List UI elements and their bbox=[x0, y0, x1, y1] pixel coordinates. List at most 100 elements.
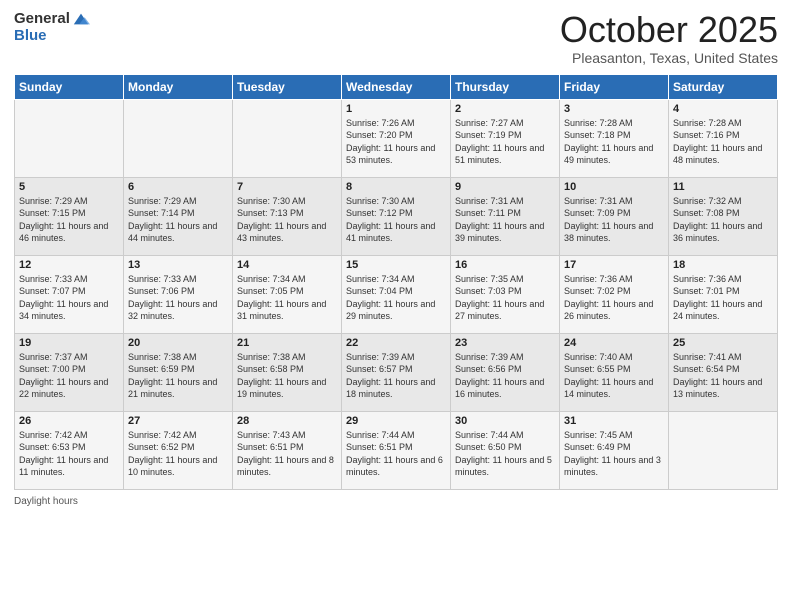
calendar-day-cell: 25 Sunrise: 7:41 AMSunset: 6:54 PMDayligh… bbox=[669, 333, 778, 411]
calendar-week-row: 1Sunrise: 7:26 AMSunset: 7:20 PMDaylight… bbox=[15, 99, 778, 177]
day-number: 22 bbox=[346, 337, 446, 349]
day-number: 2 bbox=[455, 103, 555, 115]
calendar-week-row: 5 Sunrise: 7:29 AMSunset: 7:15 PMDaylight… bbox=[15, 177, 778, 255]
day-number: 1 bbox=[346, 103, 446, 115]
calendar-day-cell: 13Sunrise: 7:33 AMSunset: 7:06 PMDayligh… bbox=[124, 255, 233, 333]
day-number: 23 bbox=[455, 337, 555, 349]
calendar-day-cell: 6 Sunrise: 7:29 AMSunset: 7:14 PMDaylight… bbox=[124, 177, 233, 255]
calendar-day-cell: 29 Sunrise: 7:44 AMSunset: 6:51 PMDayligh… bbox=[342, 411, 451, 489]
month-title: October 2025 bbox=[560, 10, 778, 50]
calendar-day-cell: 26 Sunrise: 7:42 AMSunset: 6:53 PMDayligh… bbox=[15, 411, 124, 489]
day-number: 28 bbox=[237, 415, 337, 427]
day-info: Sunrise: 7:38 AMSunset: 6:58 PMDaylight:… bbox=[237, 351, 337, 401]
day-info: Sunrise: 7:44 AMSunset: 6:51 PMDaylight:… bbox=[346, 429, 446, 479]
logo-icon bbox=[72, 10, 90, 28]
day-info: Sunrise: 7:30 AMSunset: 7:12 PMDaylight:… bbox=[346, 195, 446, 245]
calendar-day-cell: 5 Sunrise: 7:29 AMSunset: 7:15 PMDaylight… bbox=[15, 177, 124, 255]
day-info: Sunrise: 7:33 AMSunset: 7:07 PMDaylight:… bbox=[19, 273, 119, 323]
day-number: 9 bbox=[455, 181, 555, 193]
day-of-week-header: Thursday bbox=[451, 74, 560, 99]
day-number: 31 bbox=[564, 415, 664, 427]
calendar-day-cell bbox=[124, 99, 233, 177]
day-info: Sunrise: 7:42 AMSunset: 6:53 PMDaylight:… bbox=[19, 429, 119, 479]
calendar-day-cell: 24 Sunrise: 7:40 AMSunset: 6:55 PMDayligh… bbox=[560, 333, 669, 411]
calendar-day-cell: 10 Sunrise: 7:31 AMSunset: 7:09 PMDayligh… bbox=[560, 177, 669, 255]
calendar-week-row: 26 Sunrise: 7:42 AMSunset: 6:53 PMDayligh… bbox=[15, 411, 778, 489]
day-number: 27 bbox=[128, 415, 228, 427]
day-number: 18 bbox=[673, 259, 773, 271]
header-row: SundayMondayTuesdayWednesdayThursdayFrid… bbox=[15, 74, 778, 99]
calendar-day-cell: 2Sunrise: 7:27 AMSunset: 7:19 PMDaylight… bbox=[451, 99, 560, 177]
day-number: 25 bbox=[673, 337, 773, 349]
calendar-day-cell: 22 Sunrise: 7:39 AMSunset: 6:57 PMDayligh… bbox=[342, 333, 451, 411]
day-info: Sunrise: 7:30 AMSunset: 7:13 PMDaylight:… bbox=[237, 195, 337, 245]
day-of-week-header: Friday bbox=[560, 74, 669, 99]
day-number: 29 bbox=[346, 415, 446, 427]
day-info: Sunrise: 7:44 AMSunset: 6:50 PMDaylight:… bbox=[455, 429, 555, 479]
day-number: 4 bbox=[673, 103, 773, 115]
calendar-week-row: 12Sunrise: 7:33 AMSunset: 7:07 PMDayligh… bbox=[15, 255, 778, 333]
calendar-day-cell: 17Sunrise: 7:36 AMSunset: 7:02 PMDayligh… bbox=[560, 255, 669, 333]
day-info: Sunrise: 7:38 AMSunset: 6:59 PMDaylight:… bbox=[128, 351, 228, 401]
calendar-day-cell: 14 Sunrise: 7:34 AMSunset: 7:05 PMDayligh… bbox=[233, 255, 342, 333]
calendar-day-cell: 27 Sunrise: 7:42 AMSunset: 6:52 PMDayligh… bbox=[124, 411, 233, 489]
day-info: Sunrise: 7:34 AMSunset: 7:04 PMDaylight:… bbox=[346, 273, 446, 323]
day-info: Sunrise: 7:31 AMSunset: 7:11 PMDaylight:… bbox=[455, 195, 555, 245]
day-number: 3 bbox=[564, 103, 664, 115]
day-of-week-header: Monday bbox=[124, 74, 233, 99]
calendar-day-cell: 12Sunrise: 7:33 AMSunset: 7:07 PMDayligh… bbox=[15, 255, 124, 333]
day-info: Sunrise: 7:29 AMSunset: 7:15 PMDaylight:… bbox=[19, 195, 119, 245]
calendar-day-cell: 8 Sunrise: 7:30 AMSunset: 7:12 PMDaylight… bbox=[342, 177, 451, 255]
calendar-day-cell: 15 Sunrise: 7:34 AMSunset: 7:04 PMDayligh… bbox=[342, 255, 451, 333]
calendar-day-cell: 3 Sunrise: 7:28 AMSunset: 7:18 PMDaylight… bbox=[560, 99, 669, 177]
day-info: Sunrise: 7:39 AMSunset: 6:57 PMDaylight:… bbox=[346, 351, 446, 401]
calendar-day-cell bbox=[669, 411, 778, 489]
day-info: Sunrise: 7:40 AMSunset: 6:55 PMDaylight:… bbox=[564, 351, 664, 401]
header: General Blue October 2025 Pleasanton, Te… bbox=[14, 10, 778, 66]
calendar-day-cell: 1Sunrise: 7:26 AMSunset: 7:20 PMDaylight… bbox=[342, 99, 451, 177]
calendar-day-cell: 23 Sunrise: 7:39 AMSunset: 6:56 PMDayligh… bbox=[451, 333, 560, 411]
day-number: 6 bbox=[128, 181, 228, 193]
day-info: Sunrise: 7:41 AMSunset: 6:54 PMDaylight:… bbox=[673, 351, 773, 401]
day-number: 26 bbox=[19, 415, 119, 427]
calendar-container: General Blue October 2025 Pleasanton, Te… bbox=[0, 0, 792, 517]
calendar-table: SundayMondayTuesdayWednesdayThursdayFrid… bbox=[14, 74, 778, 490]
day-info: Sunrise: 7:36 AMSunset: 7:02 PMDaylight:… bbox=[564, 273, 664, 323]
day-number: 10 bbox=[564, 181, 664, 193]
day-info: Sunrise: 7:32 AMSunset: 7:08 PMDaylight:… bbox=[673, 195, 773, 245]
calendar-day-cell bbox=[15, 99, 124, 177]
day-of-week-header: Sunday bbox=[15, 74, 124, 99]
logo-general: General bbox=[14, 11, 70, 28]
day-info: Sunrise: 7:37 AMSunset: 7:00 PMDaylight:… bbox=[19, 351, 119, 401]
day-info: Sunrise: 7:35 AMSunset: 7:03 PMDaylight:… bbox=[455, 273, 555, 323]
calendar-day-cell: 18Sunrise: 7:36 AMSunset: 7:01 PMDayligh… bbox=[669, 255, 778, 333]
day-number: 14 bbox=[237, 259, 337, 271]
day-number: 8 bbox=[346, 181, 446, 193]
day-info: Sunrise: 7:31 AMSunset: 7:09 PMDaylight:… bbox=[564, 195, 664, 245]
calendar-day-cell: 20 Sunrise: 7:38 AMSunset: 6:59 PMDayligh… bbox=[124, 333, 233, 411]
day-info: Sunrise: 7:39 AMSunset: 6:56 PMDaylight:… bbox=[455, 351, 555, 401]
day-number: 15 bbox=[346, 259, 446, 271]
day-info: Sunrise: 7:29 AMSunset: 7:14 PMDaylight:… bbox=[128, 195, 228, 245]
day-info: Sunrise: 7:28 AMSunset: 7:16 PMDaylight:… bbox=[673, 117, 773, 167]
day-number: 16 bbox=[455, 259, 555, 271]
day-number: 24 bbox=[564, 337, 664, 349]
calendar-day-cell: 11 Sunrise: 7:32 AMSunset: 7:08 PMDayligh… bbox=[669, 177, 778, 255]
calendar-day-cell: 7Sunrise: 7:30 AMSunset: 7:13 PMDaylight… bbox=[233, 177, 342, 255]
calendar-day-cell: 19Sunrise: 7:37 AMSunset: 7:00 PMDayligh… bbox=[15, 333, 124, 411]
day-number: 13 bbox=[128, 259, 228, 271]
day-of-week-header: Saturday bbox=[669, 74, 778, 99]
day-info: Sunrise: 7:42 AMSunset: 6:52 PMDaylight:… bbox=[128, 429, 228, 479]
logo-blue: Blue bbox=[14, 28, 90, 45]
calendar-day-cell: 4 Sunrise: 7:28 AMSunset: 7:16 PMDaylight… bbox=[669, 99, 778, 177]
day-number: 20 bbox=[128, 337, 228, 349]
day-info: Sunrise: 7:34 AMSunset: 7:05 PMDaylight:… bbox=[237, 273, 337, 323]
calendar-day-cell bbox=[233, 99, 342, 177]
day-number: 5 bbox=[19, 181, 119, 193]
daylight-label: Daylight hours bbox=[14, 496, 78, 507]
day-info: Sunrise: 7:43 AMSunset: 6:51 PMDaylight:… bbox=[237, 429, 337, 479]
calendar-day-cell: 31Sunrise: 7:45 AMSunset: 6:49 PMDayligh… bbox=[560, 411, 669, 489]
day-number: 11 bbox=[673, 181, 773, 193]
day-info: Sunrise: 7:28 AMSunset: 7:18 PMDaylight:… bbox=[564, 117, 664, 167]
calendar-day-cell: 30Sunrise: 7:44 AMSunset: 6:50 PMDayligh… bbox=[451, 411, 560, 489]
